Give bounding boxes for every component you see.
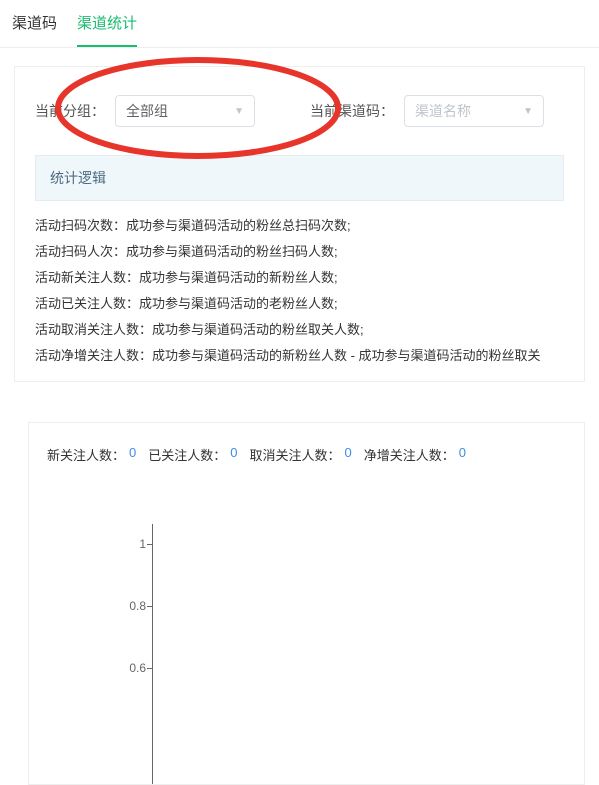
- y-tick-mark: [147, 606, 152, 607]
- stat-net-follow: 净增关注人数： 0: [364, 445, 466, 464]
- y-tick-label: 1: [122, 537, 146, 551]
- logic-box: 统计逻辑 活动扫码次数：成功参与渠道码活动的粉丝总扫码次数; 活动扫码人次：成功…: [35, 155, 564, 381]
- stat-label: 已关注人数：: [148, 445, 226, 464]
- y-tick-label: 0.6: [122, 661, 146, 675]
- group-select[interactable]: 全部组 ▼: [115, 95, 255, 127]
- tab-channel-code[interactable]: 渠道码: [12, 0, 57, 47]
- stats-summary: 新关注人数： 0 已关注人数： 0 取消关注人数： 0 净增关注人数： 0: [47, 445, 566, 464]
- chart-y-axis: [152, 524, 153, 784]
- stat-new-follow: 新关注人数： 0: [47, 445, 136, 464]
- tabs: 渠道码 渠道统计: [0, 0, 599, 48]
- filter-row: 当前分组： 全部组 ▼ 当前渠道码： 渠道名称 ▼: [35, 95, 564, 127]
- stat-unfollow: 取消关注人数： 0: [250, 445, 352, 464]
- y-tick-mark: [147, 544, 152, 545]
- logic-line: 活动新关注人数：成功参与渠道码活动的新粉丝人数;: [35, 265, 564, 291]
- channel-select-placeholder: 渠道名称: [415, 101, 471, 121]
- stat-value: 0: [345, 445, 352, 464]
- y-tick-label: 0.8: [122, 599, 146, 613]
- stat-label: 取消关注人数：: [250, 445, 341, 464]
- logic-line: 活动扫码次数：成功参与渠道码活动的粉丝总扫码次数;: [35, 213, 564, 239]
- y-tick-mark: [147, 668, 152, 669]
- group-label: 当前分组：: [35, 101, 105, 121]
- stat-value: 0: [230, 445, 237, 464]
- stat-value: 0: [129, 445, 136, 464]
- stat-label: 新关注人数：: [47, 445, 125, 464]
- channel-select[interactable]: 渠道名称 ▼: [404, 95, 544, 127]
- logic-line: 活动已关注人数：成功参与渠道码活动的老粉丝人数;: [35, 291, 564, 317]
- chevron-down-icon: ▼: [523, 106, 533, 117]
- chevron-down-icon: ▼: [234, 106, 244, 117]
- logic-line: 活动净增关注人数：成功参与渠道码活动的新粉丝人数 - 成功参与渠道码活动的粉丝取…: [35, 343, 564, 369]
- channel-label: 当前渠道码：: [310, 101, 394, 121]
- stats-box: 新关注人数： 0 已关注人数： 0 取消关注人数： 0 净增关注人数： 0 1 …: [28, 422, 585, 785]
- stat-label: 净增关注人数：: [364, 445, 455, 464]
- logic-body: 活动扫码次数：成功参与渠道码活动的粉丝总扫码次数; 活动扫码人次：成功参与渠道码…: [35, 201, 564, 381]
- chart: 1 0.8 0.6: [47, 524, 566, 784]
- main-card: 当前分组： 全部组 ▼ 当前渠道码： 渠道名称 ▼ 统计逻辑 活动扫码次数：成功…: [14, 66, 585, 382]
- stat-value: 0: [459, 445, 466, 464]
- group-select-value: 全部组: [126, 101, 168, 121]
- tab-channel-stats[interactable]: 渠道统计: [77, 0, 137, 47]
- logic-line: 活动取消关注人数：成功参与渠道码活动的粉丝取关人数;: [35, 317, 564, 343]
- logic-line: 活动扫码人次：成功参与渠道码活动的粉丝扫码人数;: [35, 239, 564, 265]
- logic-header: 统计逻辑: [35, 155, 564, 201]
- stat-already-follow: 已关注人数： 0: [148, 445, 237, 464]
